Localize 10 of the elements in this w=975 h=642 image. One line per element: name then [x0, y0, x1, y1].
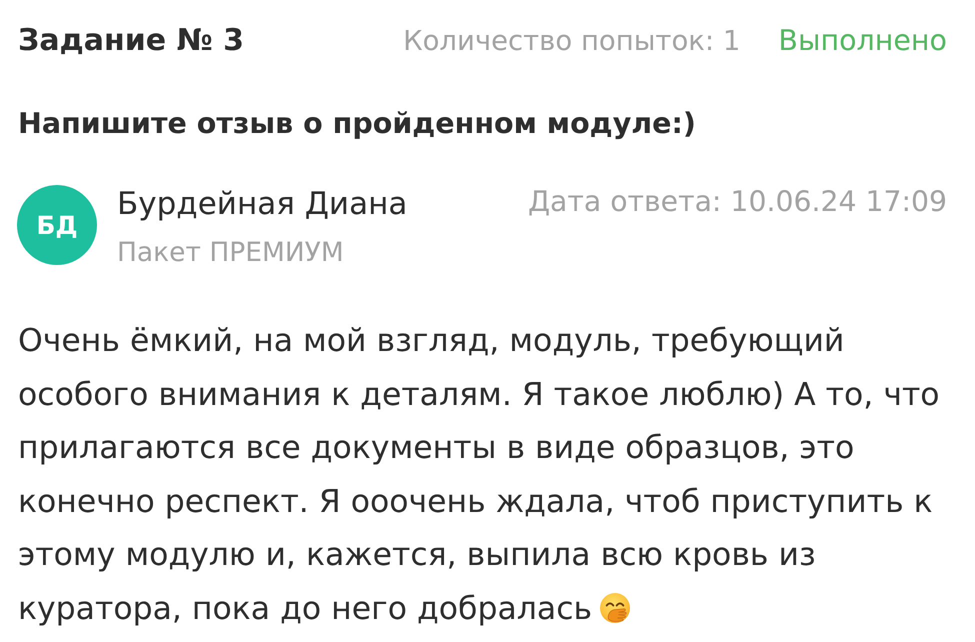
author-name: Бурдейная Диана: [117, 186, 408, 222]
author-plan: Пакет ПРЕМИУМ: [117, 237, 344, 269]
face-with-hand-over-mouth-icon: [600, 592, 630, 623]
question-title: Напишите отзыв о пройденном модуле:): [18, 106, 696, 142]
user-avatar: БД: [17, 185, 97, 265]
status-label: Выполнено: [778, 24, 947, 57]
attempts-count: Количество попыток: 1: [403, 25, 740, 57]
answer-date: Дата ответа: 10.06.24 17:09: [528, 184, 947, 220]
task-title: Задание № 3: [18, 23, 244, 58]
review-text: Очень ёмкий, на мой взгляд, модуль, требующий особого внимания к деталям. Я такое люблю) А то, что прилагаются все документы в виде образцов, это конечно респект. Я ооочень ждала, чтоб приступить к этому модулю и, кажется, выпила всю кровь из куратора, пока до него добралась: [18, 323, 940, 627]
